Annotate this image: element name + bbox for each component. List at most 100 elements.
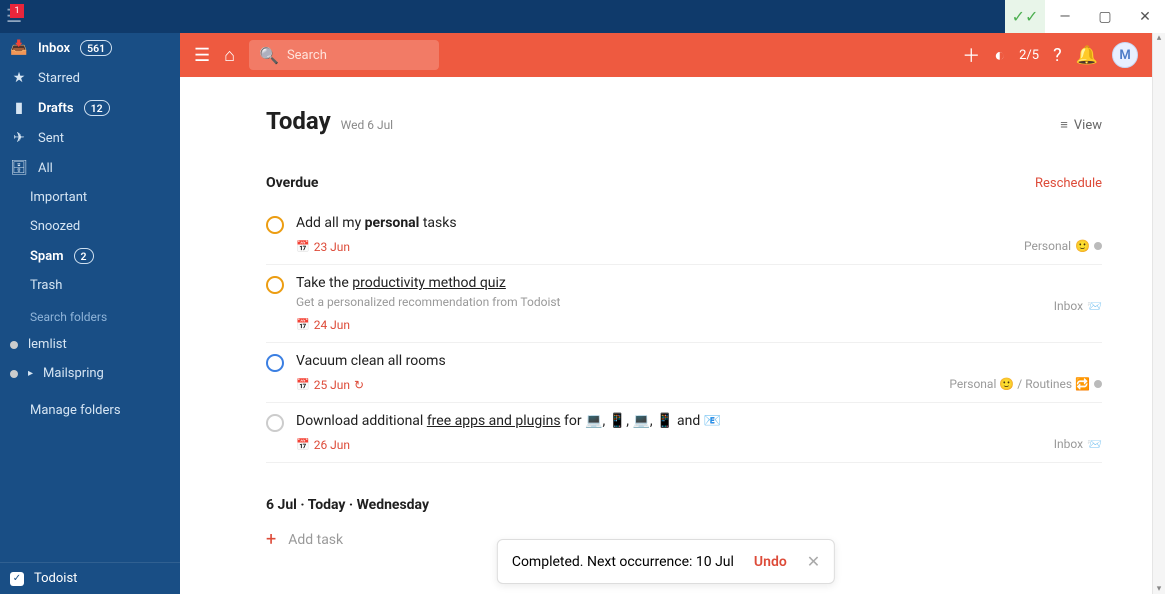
project-dot-icon [1094,380,1102,388]
view-button[interactable]: ≡ View [1060,117,1102,133]
avatar[interactable]: M [1112,42,1138,68]
toast-message: Completed. Next occurrence: 10 Jul [512,554,734,570]
help-icon[interactable]: ? [1053,45,1062,66]
task-title: Download additional free apps and plugin… [296,413,1042,429]
account-dot-icon [10,341,18,349]
account-label: Mailspring [43,366,104,381]
scrollbar[interactable] [1152,33,1165,594]
manage-label: Manage folders [30,403,121,418]
calendar-icon: 📅 [296,438,310,451]
window-controls: ✓✓ — ▢ ✕ [1005,0,1165,33]
sidebar-label: Sent [38,131,64,146]
content-pane: ☰ ⌂ 🔍 ＋ ◐ 2/5 ? 🔔 M Today Wed 6 Jul ≡ Vi… [180,33,1152,594]
account-dot-icon [10,370,18,378]
page-title-row: Today Wed 6 Jul ≡ View [266,107,1102,135]
sidebar-item-snoozed[interactable]: Snoozed [0,212,180,241]
task-row[interactable]: Take the productivity method quiz Get a … [266,265,1102,343]
home-icon[interactable]: ⌂ [224,45,235,66]
sidebar-label: Snoozed [30,219,80,234]
search-box[interactable]: 🔍 [249,40,439,70]
task-row[interactable]: Add all my personal tasks 📅23 Jun Person… [266,205,1102,265]
sidebar-item-spam[interactable]: Spam 2 [0,241,180,271]
search-input[interactable] [287,48,429,63]
task-content: Add all my personal tasks 📅23 Jun [296,215,1012,254]
task-project[interactable]: Inbox 📨 [1054,299,1102,313]
sidebar-account-lemlist[interactable]: lemlist [0,330,180,359]
sidebar-label: Important [30,190,87,205]
task-checkbox[interactable] [266,354,284,372]
task-title: Take the productivity method quiz [296,275,1042,291]
task-meta: Inbox 📨 [1054,413,1102,451]
menu-icon[interactable]: ☰ [194,45,210,66]
notifications-icon[interactable]: 🔔 [1076,45,1098,66]
sent-icon: ✈ [10,130,28,146]
spam-count: 2 [74,248,94,264]
karma-count[interactable]: 2/5 [1019,48,1039,63]
sidebar-item-important[interactable]: Important [0,183,180,212]
sidebar-label: Spam [30,249,64,264]
task-date-chip: 📅25 Jun ↻ [296,378,364,392]
sidebar-item-drafts[interactable]: ▮ Drafts 12 [0,93,180,123]
sidebar-item-sent[interactable]: ✈ Sent [0,123,180,153]
sync-status-icon[interactable]: ✓✓ [1005,0,1045,33]
page-date: Wed 6 Jul [341,118,393,132]
sidebar-item-trash[interactable]: Trash [0,271,180,300]
task-project[interactable]: Personal 🙂 [1024,239,1102,253]
notification-badge[interactable]: 1 [10,4,24,18]
sidebar-manage-folders[interactable]: Manage folders [0,396,180,425]
sidebar-item-inbox[interactable]: 📥 Inbox 561 [0,33,180,63]
drafts-icon: ▮ [10,100,28,116]
overdue-title: Overdue [266,175,319,191]
sidebar-account-mailspring[interactable]: ▸ Mailspring [0,359,180,388]
task-checkbox[interactable] [266,414,284,432]
window-minimize-button[interactable]: — [1045,0,1085,33]
task-date-chip: 📅24 Jun [296,318,350,332]
view-label: View [1074,118,1102,133]
task-title: Add all my personal tasks [296,215,1012,231]
inbox-icon: 📥 [10,40,28,56]
sidebar-item-all[interactable]: 🗄 All [0,153,180,183]
window-close-button[interactable]: ✕ [1125,0,1165,33]
expand-icon: ▸ [28,368,33,379]
star-icon: ★ [10,70,28,86]
task-description: Get a personalized recommendation from T… [296,295,1042,309]
reschedule-link[interactable]: Reschedule [1035,176,1102,191]
sidebar-label: Trash [30,278,62,293]
task-date-chip: 📅23 Jun [296,240,350,254]
recurring-icon: ↻ [354,378,364,392]
window-maximize-button[interactable]: ▢ [1085,0,1125,33]
task-row[interactable]: Download additional free apps and plugin… [266,403,1102,463]
task-content: Take the productivity method quiz Get a … [296,275,1042,332]
sidebar-label: Starred [38,71,80,86]
task-meta: Personal 🙂 / Routines 🔁 [949,353,1102,391]
karma-icon[interactable]: ◐ [994,45,1005,66]
sidebar-footer-todoist[interactable]: ✓ Todoist [0,562,180,594]
task-project[interactable]: Personal 🙂 / Routines 🔁 [949,377,1102,391]
account-label: lemlist [28,337,67,352]
page-title: Today [266,107,331,135]
task-row[interactable]: Vacuum clean all rooms 📅25 Jun ↻ Persona… [266,343,1102,403]
toast-close-icon[interactable]: ✕ [807,552,820,571]
undo-button[interactable]: Undo [754,554,787,570]
task-title: Vacuum clean all rooms [296,353,937,369]
task-checkbox[interactable] [266,216,284,234]
task-checkbox[interactable] [266,276,284,294]
window-titlebar: ☰ 1 ✓✓ — ▢ ✕ [0,0,1165,33]
search-icon: 🔍 [259,46,279,65]
archive-icon: 🗄 [10,160,28,176]
task-content: Download additional free apps and plugin… [296,413,1042,452]
calendar-icon: 📅 [296,240,310,253]
overdue-header: Overdue Reschedule [266,175,1102,191]
task-meta: Personal 🙂 [1024,215,1102,253]
add-task-icon[interactable]: ＋ [962,42,980,68]
sidebar-search-folders-label[interactable]: Search folders [0,300,180,330]
mail-sidebar: 📥 Inbox 561 ★ Starred ▮ Drafts 12 ✈ Sent… [0,33,180,594]
sidebar-item-starred[interactable]: ★ Starred [0,63,180,93]
task-project[interactable]: Inbox 📨 [1054,437,1102,451]
sidebar-label: All [38,161,53,176]
add-task-label: Add task [288,532,343,548]
completion-toast: Completed. Next occurrence: 10 Jul Undo … [497,539,835,584]
task-content: Vacuum clean all rooms 📅25 Jun ↻ [296,353,937,392]
sidebar-label: Inbox [38,41,70,56]
sliders-icon: ≡ [1060,117,1068,133]
